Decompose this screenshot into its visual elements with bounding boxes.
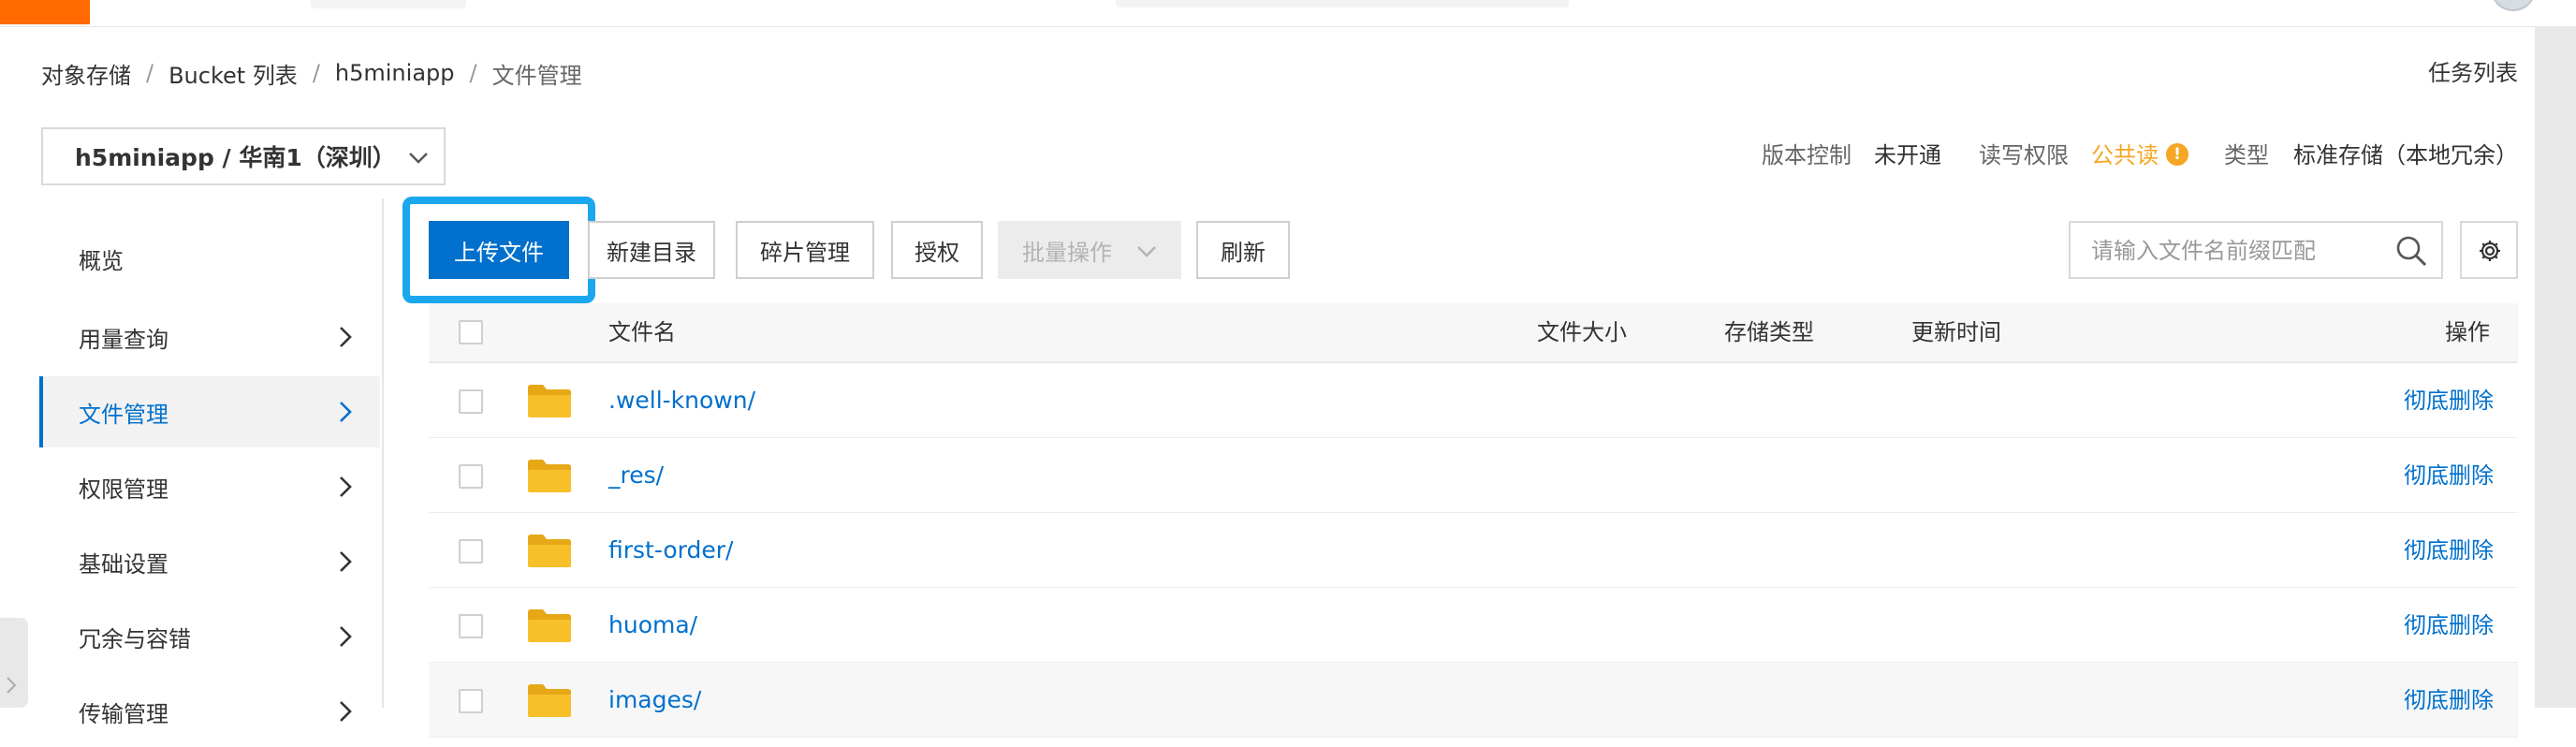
- authorize-button[interactable]: 授权: [891, 221, 983, 279]
- chevron-right-icon: [331, 324, 358, 354]
- column-header-actions: 操作: [2445, 319, 2490, 345]
- storage-type-label: 类型: [2224, 142, 2269, 168]
- sidebar-item-file-management[interactable]: 文件管理: [39, 376, 380, 447]
- sidebar-item-label: 概览: [79, 247, 124, 274]
- table-row[interactable]: images/ 彻底删除: [429, 663, 2518, 738]
- sidebar-item-label: 文件管理: [79, 401, 168, 428]
- batch-operations-dropdown[interactable]: 批量操作: [998, 221, 1181, 279]
- top-nav-region[interactable]: [311, 0, 466, 8]
- folder-icon: [526, 607, 573, 648]
- row-checkbox[interactable]: [459, 614, 483, 638]
- file-name-link[interactable]: _res/: [608, 438, 664, 513]
- permanent-delete-link[interactable]: 彻底删除: [2404, 663, 2494, 738]
- sidebar-nav: 概览 用量查询 文件管理 权限管理 基础设置 冗余与容错 传输管理: [39, 198, 382, 727]
- column-header-size[interactable]: 文件大小: [1537, 303, 1627, 361]
- sidebar-item-permissions[interactable]: 权限管理: [39, 451, 380, 522]
- permanent-delete-link[interactable]: 彻底删除: [2404, 588, 2494, 663]
- row-checkbox[interactable]: [459, 464, 483, 489]
- sidebar-divider: [382, 198, 384, 708]
- sidebar-item-label: 传输管理: [79, 700, 168, 727]
- column-header-updated[interactable]: 更新时间: [1911, 303, 2001, 361]
- folder-icon: [526, 382, 573, 423]
- sidebar-item-overview[interactable]: 概览: [39, 223, 380, 294]
- folder-icon: [526, 457, 573, 498]
- chevron-right-icon: [331, 399, 358, 429]
- chevron-right-icon: [331, 474, 358, 504]
- global-search-bar[interactable]: [1116, 0, 1569, 7]
- file-name-link[interactable]: first-order/: [608, 513, 733, 588]
- breadcrumb-item-current: 文件管理: [491, 62, 582, 89]
- sidebar-item-label: 基础设置: [79, 550, 168, 578]
- batch-operations-label: 批量操作: [1022, 239, 1112, 266]
- sidebar-item-transfer[interactable]: 传输管理: [39, 676, 380, 747]
- table-row[interactable]: .well-known/ 彻底删除: [429, 363, 2518, 438]
- table-row[interactable]: _res/ 彻底删除: [429, 438, 2518, 513]
- upload-file-button[interactable]: 上传文件: [429, 221, 569, 279]
- folder-icon: [526, 532, 573, 573]
- file-table-header: 文件名 文件大小 存储类型 更新时间 操作: [429, 303, 2518, 363]
- storage-type-value: 标准存储（本地冗余）: [2293, 142, 2518, 168]
- column-header-storage-type: 存储类型: [1724, 319, 1814, 345]
- version-control-label: 版本控制: [1762, 142, 1852, 168]
- table-settings-button[interactable]: [2460, 221, 2518, 279]
- rw-permission-label: 读写权限: [1979, 142, 2069, 168]
- chevron-down-icon: [1134, 240, 1159, 270]
- file-name-link[interactable]: images/: [608, 663, 701, 738]
- folder-icon: [526, 681, 573, 723]
- bucket-selector-value: h5miniapp / 华南1（深圳）: [75, 144, 396, 171]
- breadcrumb-separator: /: [146, 60, 154, 86]
- sidebar-item-label: 冗余与容错: [79, 625, 191, 652]
- breadcrumb-item-bucket[interactable]: h5miniapp: [335, 60, 455, 86]
- table-row[interactable]: first-order/ 彻底删除: [429, 513, 2518, 588]
- breadcrumb-item-oss[interactable]: 对象存储: [41, 57, 131, 90]
- console-logo[interactable]: [0, 0, 90, 24]
- rw-permission-value: 公共读: [2091, 142, 2159, 168]
- version-control-value: 未开通: [1874, 142, 1941, 168]
- new-directory-button[interactable]: 新建目录: [588, 221, 715, 279]
- permanent-delete-link[interactable]: 彻底删除: [2404, 363, 2494, 438]
- chevron-right-icon: [331, 549, 358, 579]
- search-icon[interactable]: [2394, 234, 2428, 271]
- row-checkbox[interactable]: [459, 689, 483, 713]
- chevron-right-icon: [331, 698, 358, 728]
- permanent-delete-link[interactable]: 彻底删除: [2404, 438, 2494, 513]
- row-checkbox[interactable]: [459, 539, 483, 564]
- fragment-management-button[interactable]: 碎片管理: [736, 221, 874, 279]
- sidebar-item-usage[interactable]: 用量查询: [39, 301, 380, 373]
- sidebar-collapse-handle[interactable]: [0, 618, 28, 708]
- sidebar-item-redundancy[interactable]: 冗余与容错: [39, 601, 380, 672]
- breadcrumb-separator: /: [312, 60, 320, 86]
- refresh-button[interactable]: 刷新: [1196, 221, 1290, 279]
- sidebar-item-label: 权限管理: [79, 476, 168, 503]
- table-row[interactable]: huoma/ 彻底删除: [429, 588, 2518, 663]
- breadcrumb: 对象存储 / Bucket 列表 / h5miniapp / 文件管理: [41, 54, 582, 92]
- file-name-link[interactable]: .well-known/: [608, 363, 755, 438]
- file-name-link[interactable]: huoma/: [608, 588, 697, 663]
- file-search-box: [2069, 221, 2443, 279]
- breadcrumb-item-bucket-list[interactable]: Bucket 列表: [168, 57, 298, 90]
- sidebar-item-label: 用量查询: [79, 326, 168, 353]
- select-all-checkbox[interactable]: [459, 320, 483, 344]
- permanent-delete-link[interactable]: 彻底删除: [2404, 513, 2494, 588]
- task-list-link[interactable]: 任务列表: [2428, 54, 2518, 92]
- warning-icon[interactable]: !: [2166, 143, 2188, 166]
- sidebar-item-basic-settings[interactable]: 基础设置: [39, 526, 380, 597]
- file-search-input[interactable]: [2089, 232, 2374, 270]
- column-header-filename: 文件名: [608, 319, 676, 345]
- row-checkbox[interactable]: [459, 389, 483, 414]
- right-edge-panel: [2535, 26, 2576, 708]
- breadcrumb-separator: /: [469, 60, 477, 86]
- chevron-down-icon: [406, 146, 431, 174]
- chevron-right-icon: [331, 623, 358, 653]
- bucket-selector[interactable]: h5miniapp / 华南1（深圳）: [41, 127, 446, 185]
